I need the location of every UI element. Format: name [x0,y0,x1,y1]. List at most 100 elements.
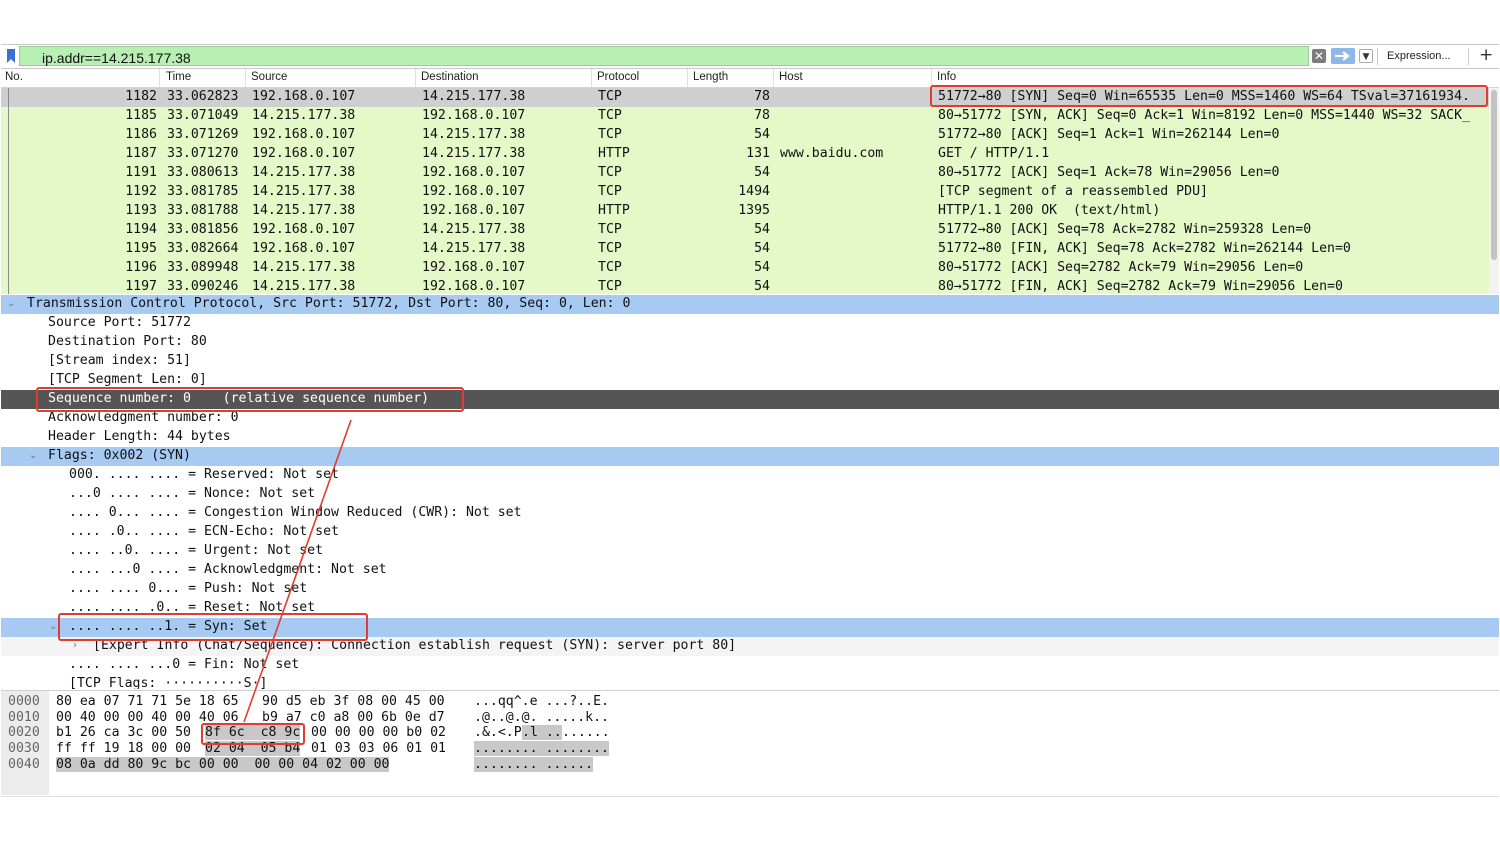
chevron-down-icon[interactable]: ⌄ [29,450,37,461]
packet-protocol: HTTP [598,146,630,161]
column-header-time[interactable]: Time [166,71,191,83]
column-header-length[interactable]: Length [693,71,728,83]
packet-time: 33.081788 [167,203,239,218]
hex-ascii-highlighted[interactable]: .l .. [522,725,562,740]
tree-item-flag[interactable]: .... .0.. .... = ECN-Echo: Not set [1,523,1499,542]
packet-protocol: TCP [598,108,622,123]
tree-item-flag[interactable]: .... 0... .... = Congestion Window Reduc… [1,504,1499,523]
packet-destination: 192.168.0.107 [422,279,526,294]
packet-destination: 14.215.177.38 [422,241,526,256]
packet-time: 33.082664 [167,241,239,256]
hex-ascii[interactable]: .@..@.@. .....k.. [474,710,609,725]
hex-bytes[interactable]: 01 03 03 06 01 01 [311,741,446,756]
tree-item-flags[interactable]: ⌄ Flags: 0x002 (SYN) [1,447,1499,466]
hex-bytes[interactable]: 00 00 00 00 b0 02 [311,725,446,740]
packet-no: 1193 [125,203,157,218]
expression-button[interactable]: Expression... [1387,50,1451,62]
packet-destination: 192.168.0.107 [422,184,526,199]
apply-filter-arrow-icon[interactable] [1331,48,1355,64]
packet-length: 131 [746,146,770,161]
packet-row[interactable]: 1195 33.082664 192.168.0.107 14.215.177.… [1,240,1489,259]
tree-item-flag[interactable]: .... ...0 .... = Acknowledgment: Not set [1,561,1499,580]
packet-info: 80→51772 [ACK] Seq=1 Ack=78 Win=29056 Le… [938,165,1280,180]
packet-destination: 192.168.0.107 [422,108,526,123]
packet-no: 1185 [125,108,157,123]
hex-bytes[interactable]: 90 d5 eb 3f 08 00 45 00 [262,694,445,709]
packet-no: 1182 [125,89,157,104]
packet-destination: 192.168.0.107 [422,203,526,218]
packet-no: 1192 [125,184,157,199]
packet-row[interactable]: 1186 33.071269 192.168.0.107 14.215.177.… [1,126,1489,145]
packet-row[interactable]: 1193 33.081788 14.215.177.38 192.168.0.1… [1,202,1489,221]
hex-bytes[interactable]: ff ff 19 18 00 00 [56,741,191,756]
tree-item-tcp[interactable]: ⌄ Transmission Control Protocol, Src Por… [1,295,1499,314]
tree-item[interactable]: [TCP Flags: ··········S·] [1,675,1499,689]
tree-item-flag[interactable]: .... .... ...0 = Fin: Not set [1,656,1499,675]
tree-item-flag[interactable]: .... .... 0... = Push: Not set [1,580,1499,599]
hex-ascii-highlighted[interactable]: ........ ...... [474,757,594,772]
chevron-down-icon[interactable]: ⌄ [7,298,15,309]
hex-ascii-highlighted[interactable]: ........ ........ [474,741,609,756]
packet-row[interactable]: 1191 33.080613 14.215.177.38 192.168.0.1… [1,164,1489,183]
column-header-host[interactable]: Host [779,71,803,83]
tree-item-flag[interactable]: 000. .... .... = Reserved: Not set [1,466,1499,485]
tree-item-flag[interactable]: ...0 .... .... = Nonce: Not set [1,485,1499,504]
packet-no: 1197 [125,279,157,294]
packet-length: 1395 [738,203,770,218]
tree-item[interactable]: Source Port: 51772 [1,314,1499,333]
packet-source: 192.168.0.107 [252,222,356,237]
packet-row[interactable]: 1196 33.089948 14.215.177.38 192.168.0.1… [1,259,1489,278]
packet-info: [TCP segment of a reassembled PDU] [938,184,1208,199]
column-header-protocol[interactable]: Protocol [597,71,639,83]
packet-list-scrollbar[interactable] [1489,88,1499,294]
bookmark-icon[interactable] [7,49,15,63]
column-header-info[interactable]: Info [937,71,956,83]
column-header-source[interactable]: Source [251,71,287,83]
chevron-right-icon[interactable]: › [73,640,77,651]
packet-protocol: TCP [598,127,622,142]
packet-row[interactable]: 1192 33.081785 14.215.177.38 192.168.0.1… [1,183,1489,202]
hex-ascii[interactable]: .&.<.P [474,725,522,740]
packet-time: 33.062823 [167,89,239,104]
annotation-box-syn-info [930,85,1488,107]
clear-filter-icon[interactable]: ✕ [1312,49,1326,63]
packet-length: 54 [754,165,770,180]
packet-source: 14.215.177.38 [252,108,356,123]
tree-item[interactable]: Destination Port: 80 [1,333,1499,352]
hex-bytes[interactable]: b1 26 ca 3c 00 50 [56,725,191,740]
hex-ascii[interactable]: ...qq^.e ...?..E. [474,694,609,709]
packet-destination: 192.168.0.107 [422,260,526,275]
packet-row[interactable]: 1185 33.071049 14.215.177.38 192.168.0.1… [1,107,1489,126]
status-divider [1,796,1499,797]
column-header-no[interactable]: No. [5,71,23,83]
packet-no: 1194 [125,222,157,237]
add-filter-button[interactable]: + [1479,45,1493,65]
packet-row[interactable]: 1194 33.081856 192.168.0.107 14.215.177.… [1,221,1489,240]
packet-time: 33.080613 [167,165,239,180]
tree-item[interactable]: [Stream index: 51] [1,352,1499,371]
tree-item-flag[interactable]: .... ..0. .... = Urgent: Not set [1,542,1499,561]
column-header-destination[interactable]: Destination [421,71,479,83]
hex-bytes-highlighted[interactable]: 08 0a dd 80 9c bc 00 00 00 00 04 02 00 0… [56,757,390,772]
display-filter-input[interactable]: ip.addr==14.215.177.38 [19,46,1309,66]
chevron-down-icon[interactable]: ⌄ [49,621,57,632]
hex-bytes[interactable]: 80 ea 07 71 71 5e 18 65 [56,694,239,709]
hex-ascii[interactable]: ...... [562,725,610,740]
packet-info: 51772→80 [ACK] Seq=78 Ack=2782 Win=25932… [938,222,1312,237]
packet-protocol: HTTP [598,203,630,218]
toolbar-separator [1377,48,1378,65]
tree-item[interactable]: Header Length: 44 bytes [1,428,1499,447]
packet-no: 1195 [125,241,157,256]
filter-history-dropdown-icon[interactable]: ▼ [1359,49,1373,63]
packet-protocol: TCP [598,260,622,275]
packet-protocol: TCP [598,184,622,199]
packet-source: 192.168.0.107 [252,146,356,161]
packet-length: 54 [754,279,770,294]
packet-destination: 14.215.177.38 [422,146,526,161]
packet-protocol: TCP [598,279,622,294]
packet-row[interactable]: 1187 33.071270 192.168.0.107 14.215.177.… [1,145,1489,164]
packet-time: 33.089948 [167,260,239,275]
packet-row[interactable]: 1197 33.090246 14.215.177.38 192.168.0.1… [1,278,1489,294]
packet-info: 51772→80 [FIN, ACK] Seq=78 Ack=2782 Win=… [938,241,1351,256]
scrollbar-thumb[interactable] [1491,90,1497,260]
